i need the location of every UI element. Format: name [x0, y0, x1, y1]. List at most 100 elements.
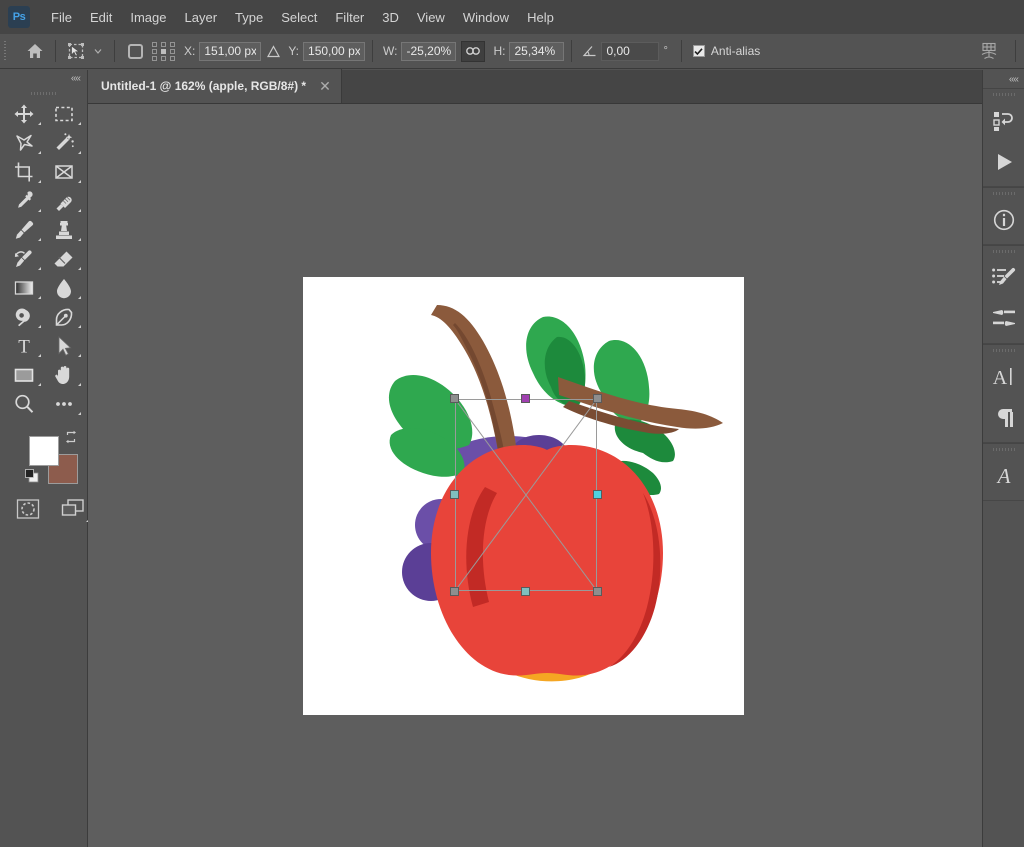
transform-handle-top-right[interactable]	[593, 394, 602, 403]
home-icon[interactable]	[22, 39, 48, 63]
info-icon[interactable]	[983, 199, 1024, 240]
zoom-tool[interactable]	[4, 389, 44, 418]
path-selection-icon[interactable]	[63, 39, 89, 63]
transform-handle-bottom-right[interactable]	[593, 587, 602, 596]
default-colors-icon[interactable]	[25, 469, 39, 488]
menu-3d[interactable]: 3D	[373, 6, 408, 29]
angle-icon	[579, 39, 601, 63]
triangle-delta-icon	[261, 39, 285, 63]
menu-image[interactable]: Image	[121, 6, 175, 29]
type-group-grip[interactable]	[983, 345, 1024, 356]
width-input[interactable]	[401, 41, 457, 61]
menu-file[interactable]: File	[42, 6, 81, 29]
move-tool[interactable]	[4, 99, 44, 128]
foreground-color-swatch[interactable]	[29, 436, 59, 466]
menu-type[interactable]: Type	[226, 6, 272, 29]
screen-mode-icon[interactable]	[60, 498, 89, 522]
info-group-grip[interactable]	[983, 188, 1024, 199]
history-icon[interactable]	[983, 100, 1024, 141]
svg-text:T: T	[18, 336, 30, 357]
menu-select[interactable]: Select	[272, 6, 326, 29]
height-input[interactable]	[509, 41, 565, 61]
quick-mask-icon[interactable]	[16, 498, 42, 520]
chain-link-icon[interactable]	[461, 40, 486, 62]
paragraph-icon[interactable]	[983, 397, 1024, 438]
transform-handle-bottom-left[interactable]	[450, 587, 459, 596]
close-icon[interactable]: ✕	[319, 79, 331, 93]
magic-wand-tool[interactable]	[44, 128, 84, 157]
mesh-warp-icon[interactable]	[976, 39, 1002, 63]
hand-tool[interactable]	[44, 360, 84, 389]
glyphs-icon[interactable]: A	[983, 455, 1024, 496]
brush-group-grip[interactable]	[983, 246, 1024, 257]
glyphs-group: A	[983, 443, 1024, 501]
canvas-area[interactable]	[88, 104, 982, 847]
history-group	[983, 88, 1024, 187]
transform-handle-top-left[interactable]	[450, 394, 459, 403]
anti-alias-label: Anti-alias	[710, 44, 761, 58]
transform-handle-middle-left[interactable]	[450, 490, 459, 499]
reference-point-grid-icon[interactable]	[152, 41, 177, 61]
edit-toolbar-tool[interactable]	[44, 389, 84, 418]
transform-handle-bottom-center[interactable]	[521, 587, 530, 596]
free-transform-bounding-box[interactable]	[450, 394, 602, 596]
spot-healing-brush-tool[interactable]	[44, 186, 84, 215]
options-bar: X: Y: W: H: °	[0, 34, 1024, 69]
gradient-tool[interactable]	[4, 273, 44, 302]
type-tool[interactable]: T	[4, 331, 44, 360]
menu-bar: Ps File Edit Image Layer Type Select Fil…	[0, 0, 1024, 34]
path-selection-tool[interactable]	[44, 331, 84, 360]
y-input[interactable]	[303, 41, 366, 61]
transform-handle-middle-right[interactable]	[593, 490, 602, 499]
clone-stamp-tool[interactable]	[44, 215, 84, 244]
menu-help[interactable]: Help	[518, 6, 563, 29]
options-bar-grip[interactable]	[0, 34, 10, 69]
right-panel-dock: «« A A	[982, 70, 1024, 847]
degree-symbol: °	[663, 45, 668, 57]
brush-presets-icon[interactable]	[983, 257, 1024, 298]
rounded-square-icon[interactable]	[122, 39, 148, 63]
crop-tool[interactable]	[4, 157, 44, 186]
document-tab-title: Untitled-1 @ 162% (apple, RGB/8#) *	[101, 79, 307, 93]
menu-edit[interactable]: Edit	[81, 6, 121, 29]
chevron-down-icon[interactable]	[89, 39, 107, 63]
rectangular-marquee-tool[interactable]	[44, 99, 84, 128]
angle-input[interactable]	[601, 41, 660, 61]
menu-view[interactable]: View	[408, 6, 454, 29]
collapse-right-arrows-icon[interactable]: ««	[1009, 74, 1019, 85]
pen-tool[interactable]	[44, 302, 84, 331]
mode-buttons	[0, 498, 89, 522]
dodge-tool[interactable]	[4, 302, 44, 331]
frame-tool[interactable]	[44, 157, 84, 186]
color-swatches	[8, 428, 80, 490]
x-input[interactable]	[199, 41, 262, 61]
rectangle-tool[interactable]	[4, 360, 44, 389]
document-tab-bar: Untitled-1 @ 162% (apple, RGB/8#) * ✕	[88, 69, 982, 104]
collapse-left-arrows-icon[interactable]: ««	[71, 73, 81, 84]
menu-layer[interactable]: Layer	[176, 6, 227, 29]
menu-window[interactable]: Window	[454, 6, 518, 29]
svg-text:A: A	[992, 367, 1007, 389]
actions-play-icon[interactable]	[983, 141, 1024, 182]
menu-filter[interactable]: Filter	[326, 6, 373, 29]
history-brush-tool[interactable]	[4, 244, 44, 273]
document-tab[interactable]: Untitled-1 @ 162% (apple, RGB/8#) * ✕	[88, 69, 342, 103]
glyphs-group-grip[interactable]	[983, 444, 1024, 455]
eyedropper-tool[interactable]	[4, 186, 44, 215]
anti-alias-checkbox[interactable]: Anti-alias	[692, 44, 761, 58]
lasso-tool[interactable]	[4, 128, 44, 157]
transform-diagonals	[455, 399, 597, 591]
photoshop-logo: Ps	[8, 6, 30, 28]
tools-panel-grip[interactable]	[0, 87, 87, 99]
character-icon[interactable]: A	[983, 356, 1024, 397]
transform-handle-top-center[interactable]	[521, 394, 530, 403]
eraser-tool[interactable]	[44, 244, 84, 273]
history-group-grip[interactable]	[983, 89, 1024, 100]
right-dock-header: ««	[983, 70, 1024, 88]
brush-sliders-icon[interactable]	[983, 298, 1024, 339]
w-label: W:	[383, 44, 398, 58]
brush-tool[interactable]	[4, 215, 44, 244]
blur-tool[interactable]	[44, 273, 84, 302]
options-separator-3	[372, 40, 374, 62]
swap-colors-icon[interactable]	[64, 430, 78, 449]
